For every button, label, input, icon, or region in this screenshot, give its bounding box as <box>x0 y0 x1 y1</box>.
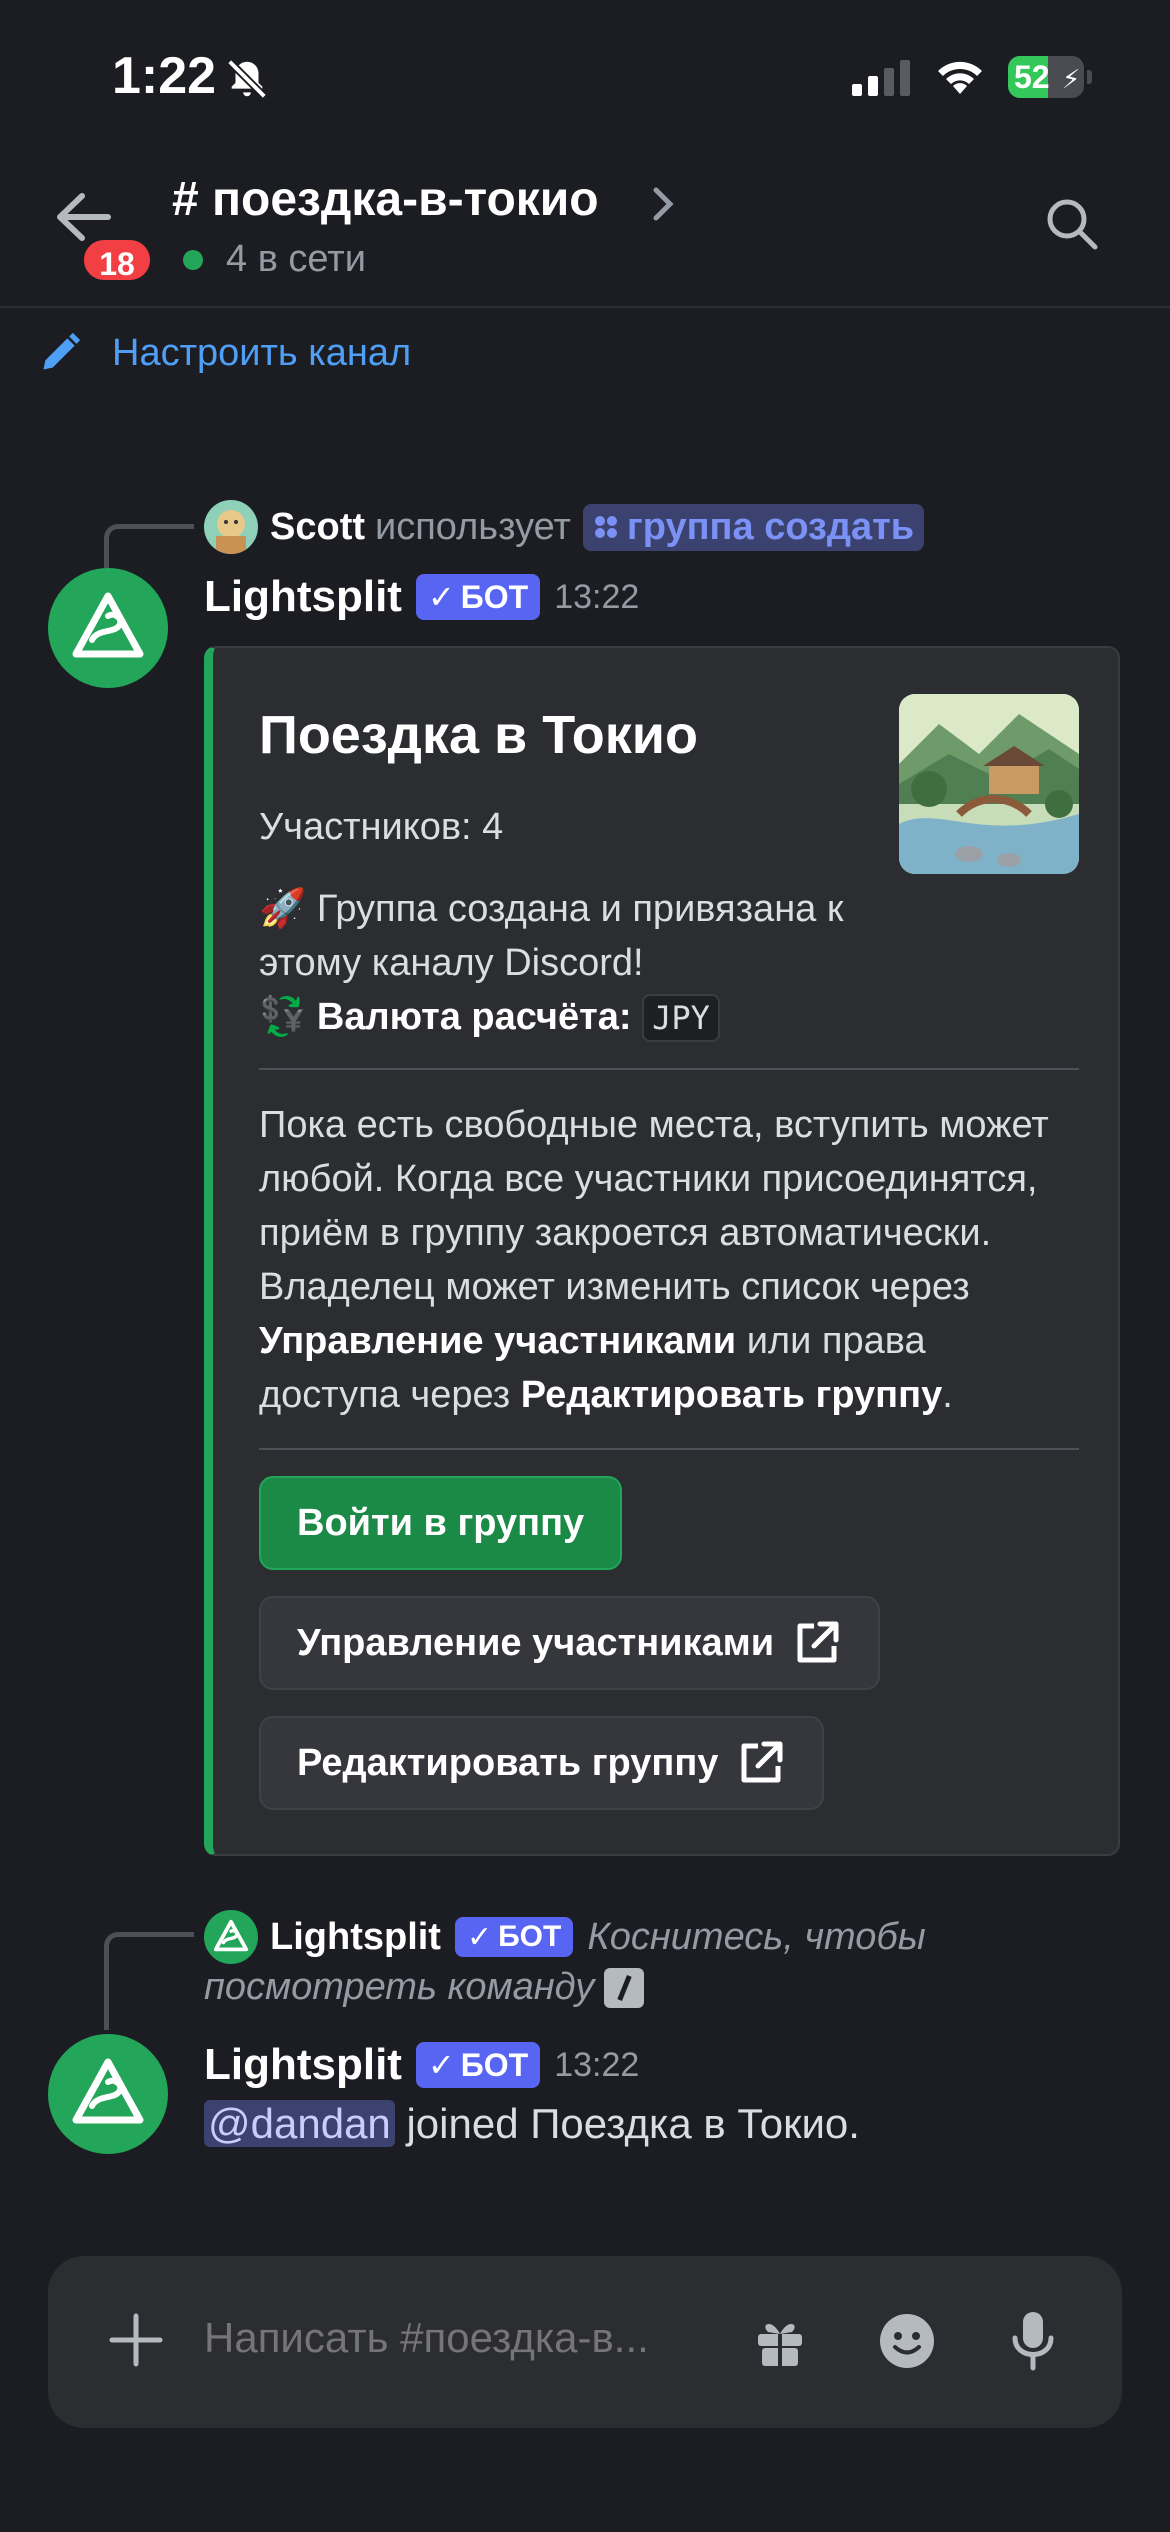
embed-thumbnail[interactable] <box>899 694 1079 874</box>
edit-group-button[interactable]: Редактировать группу <box>259 1716 825 1810</box>
bot-tag: ✓ БОТ <box>415 2042 541 2088</box>
command-name: группа создать <box>626 505 915 548</box>
embed-divider <box>259 1068 1079 1070</box>
info-line-5-rest: или права <box>736 1320 926 1362</box>
info-line-6-end: . <box>942 1374 953 1416</box>
info-edit-bold: Редактировать группу <box>520 1374 943 1416</box>
status-time: 1:22 <box>112 47 217 105</box>
ref-hint-line-2: посмотреть команду <box>204 1966 595 2008</box>
joined-text: joined Поездка в Токио. <box>394 2100 860 2147</box>
group-embed: Поездка в Токио Участников: 4 🚀 Группа с… <box>204 646 1120 1856</box>
message-text: @dandan joined Поездка в Токио. <box>204 2100 860 2148</box>
currency-exchange-icon: 💱 <box>259 996 307 1038</box>
message-composer <box>48 2256 1122 2428</box>
info-manage-bold: Управление участниками <box>259 1320 737 1362</box>
participants-count: Участников: 4 <box>259 806 504 848</box>
currency-label: Валюта расчёта: <box>316 996 632 1038</box>
slash-command-icon <box>604 1967 645 2008</box>
lightsplit-logo-icon <box>213 1919 249 1952</box>
embed-divider <box>259 1448 1079 1450</box>
battery-percent: 52 <box>1014 59 1050 95</box>
online-count: 4 в сети <box>226 238 366 280</box>
external-link-icon <box>797 1621 839 1663</box>
search-icon[interactable] <box>1044 196 1100 252</box>
reply-connector <box>104 524 194 568</box>
message-time: 13:22 <box>554 2045 640 2084</box>
message-input[interactable] <box>204 2314 704 2362</box>
channel-header: 18 # поездка-в-токио 4 в сети <box>0 150 1170 308</box>
charging-bolt-icon: ⚡ <box>1062 64 1081 94</box>
ref-hint-line-1: Коснитесь, чтобы <box>587 1915 926 1958</box>
chevron-right-icon[interactable] <box>650 184 676 224</box>
avatar[interactable] <box>204 500 258 554</box>
info-line-2: любой. Когда все участники присоединятся… <box>259 1158 1038 1200</box>
external-link-icon <box>741 1741 783 1783</box>
message-header: Lightsplit ✓ БОТ 13:22 <box>204 572 639 622</box>
setup-channel-label: Настроить канал <box>112 331 412 374</box>
plus-icon[interactable] <box>108 2312 164 2368</box>
author-name[interactable]: Lightsplit <box>204 572 402 622</box>
channel-title[interactable]: # поездка-в-токио <box>172 172 599 227</box>
setup-channel-link[interactable]: Настроить канал <box>38 328 411 378</box>
embed-title: Поездка в Токио <box>259 705 698 765</box>
ref-hint-line-2-row[interactable]: посмотреть команду <box>204 1966 645 2009</box>
info-line-6: доступа через Редактировать группу. <box>259 1368 953 1422</box>
lightsplit-logo-icon <box>72 592 144 658</box>
info-line-4: Владелец может изменить список через <box>259 1266 970 1308</box>
info-line-5: Управление участниками или права <box>259 1314 926 1368</box>
manage-members-button[interactable]: Управление участниками <box>259 1596 881 1690</box>
ref-username[interactable]: Lightsplit <box>270 1916 441 1959</box>
info-line-3: приём в группу закроется автоматически. <box>259 1212 992 1254</box>
unread-badge: 18 <box>80 236 154 284</box>
info-line-1: Пока есть свободные места, вступить може… <box>259 1104 1049 1146</box>
created-line-1: 🚀 Группа создана и привязана к <box>259 888 844 930</box>
ref-username[interactable]: Scott <box>270 506 365 549</box>
ref-verb: использует <box>375 505 571 548</box>
currency-code: JPY <box>642 994 720 1042</box>
command-chip[interactable]: группа создать <box>582 503 925 551</box>
user-mention[interactable]: @dandan <box>204 2100 395 2147</box>
message-header: Lightsplit ✓ БОТ 13:22 <box>204 2040 639 2090</box>
message-time: 13:22 <box>554 577 640 616</box>
status-bar: 1:22 52 ⚡ <box>0 0 1170 150</box>
emoji-icon[interactable] <box>878 2312 936 2370</box>
lightsplit-logo-icon <box>72 2058 144 2124</box>
bot-avatar[interactable] <box>48 568 168 688</box>
gift-icon[interactable] <box>752 2312 808 2368</box>
author-name[interactable]: Lightsplit <box>204 2040 402 2090</box>
command-reference[interactable]: Scott использует группа создать <box>204 500 925 554</box>
command-reference[interactable]: Lightsplit ✓ БОТ Коснитесь, чтобы <box>204 1910 926 1964</box>
check-icon: ✓ <box>466 1920 493 1954</box>
arrow-left-icon <box>57 193 111 241</box>
currency-line: 💱 Валюта расчёта: JPY <box>259 990 720 1044</box>
join-group-label: Войти в группу <box>297 1501 585 1544</box>
info-line-6-start: доступа через <box>259 1374 521 1416</box>
check-icon: ✓ <box>427 2047 455 2083</box>
edit-group-label: Редактировать группу <box>297 1741 719 1784</box>
created-line-2: этому каналу Discord! <box>259 942 644 984</box>
app-command-icon <box>594 516 617 538</box>
reply-connector <box>104 1932 194 2030</box>
pencil-icon <box>43 332 81 370</box>
check-icon: ✓ <box>427 579 455 615</box>
bot-tag: ✓ БОТ <box>454 1917 574 1957</box>
bot-avatar[interactable] <box>48 2034 168 2154</box>
battery-icon: 52 ⚡ <box>1008 56 1092 98</box>
wifi-icon <box>934 56 986 96</box>
bell-muted-icon <box>224 56 270 102</box>
cellular-signal-icon <box>852 60 912 96</box>
avatar[interactable] <box>204 1910 258 1964</box>
manage-members-label: Управление участниками <box>297 1621 775 1664</box>
join-group-button[interactable]: Войти в группу <box>259 1476 623 1570</box>
online-status-dot <box>183 250 203 270</box>
bot-tag: ✓ БОТ <box>415 574 541 620</box>
back-button[interactable] <box>52 192 112 242</box>
microphone-icon[interactable] <box>1010 2310 1056 2372</box>
